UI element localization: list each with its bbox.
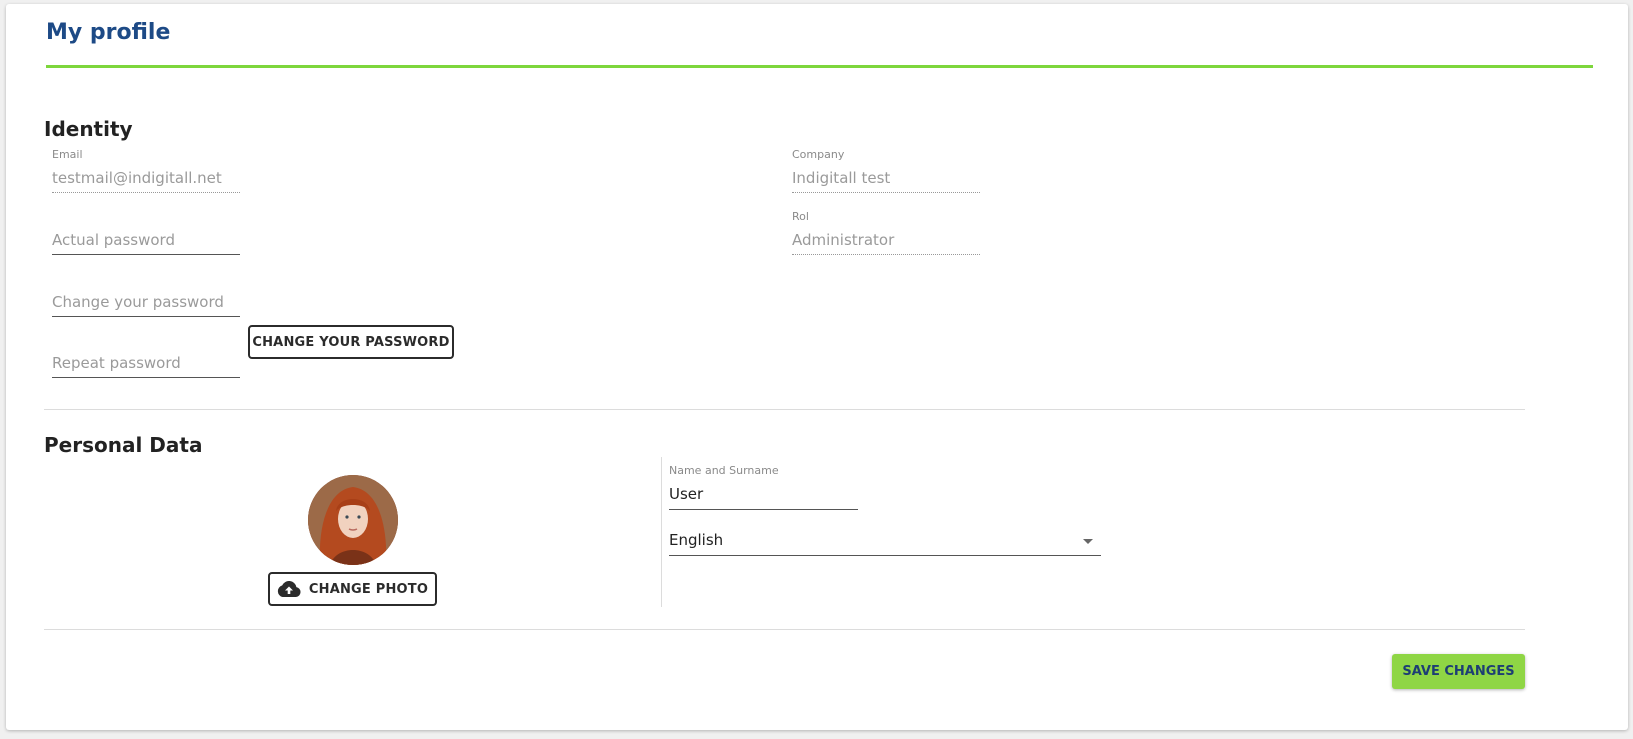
company-field: Indigitall test: [792, 169, 891, 187]
chevron-down-icon: [1083, 539, 1093, 544]
name-underline: [669, 509, 858, 510]
company-label: Company: [792, 148, 845, 161]
identity-section-title: Identity: [44, 117, 133, 141]
language-select-value: English: [669, 531, 724, 549]
actual-password-underline: [52, 254, 240, 255]
avatar: [308, 475, 398, 565]
repeat-password-underline: [52, 377, 240, 378]
change-password-button[interactable]: CHANGE YOUR PASSWORD: [248, 325, 454, 359]
language-underline: [669, 555, 1101, 556]
new-password-input[interactable]: Change your password: [52, 293, 224, 311]
save-changes-button[interactable]: SAVE CHANGES: [1392, 654, 1525, 689]
language-select[interactable]: English: [669, 528, 1101, 556]
section-divider: [44, 409, 1525, 410]
name-label: Name and Surname: [669, 464, 779, 477]
change-photo-button[interactable]: CHANGE PHOTO: [268, 572, 437, 606]
email-field: testmail@indigitall.net: [52, 169, 222, 187]
footer-divider: [44, 629, 1525, 630]
profile-card: My profile Identity Email testmail@indig…: [6, 4, 1628, 730]
email-label: Email: [52, 148, 83, 161]
new-password-underline: [52, 316, 240, 317]
personal-data-section-title: Personal Data: [44, 433, 203, 457]
repeat-password-input[interactable]: Repeat password: [52, 354, 181, 372]
cloud-upload-icon: [277, 581, 301, 597]
name-input[interactable]: User: [669, 485, 703, 503]
title-underline: [46, 65, 1593, 68]
email-underline: [52, 192, 240, 193]
avatar-portrait: [308, 475, 398, 565]
page-title: My profile: [46, 20, 171, 45]
personal-data-vertical-divider: [661, 457, 662, 607]
actual-password-input[interactable]: Actual password: [52, 231, 175, 249]
rol-underline: [792, 254, 980, 255]
rol-field: Administrator: [792, 231, 895, 249]
change-photo-label: CHANGE PHOTO: [308, 581, 429, 597]
rol-label: Rol: [792, 210, 809, 223]
company-underline: [792, 192, 980, 193]
